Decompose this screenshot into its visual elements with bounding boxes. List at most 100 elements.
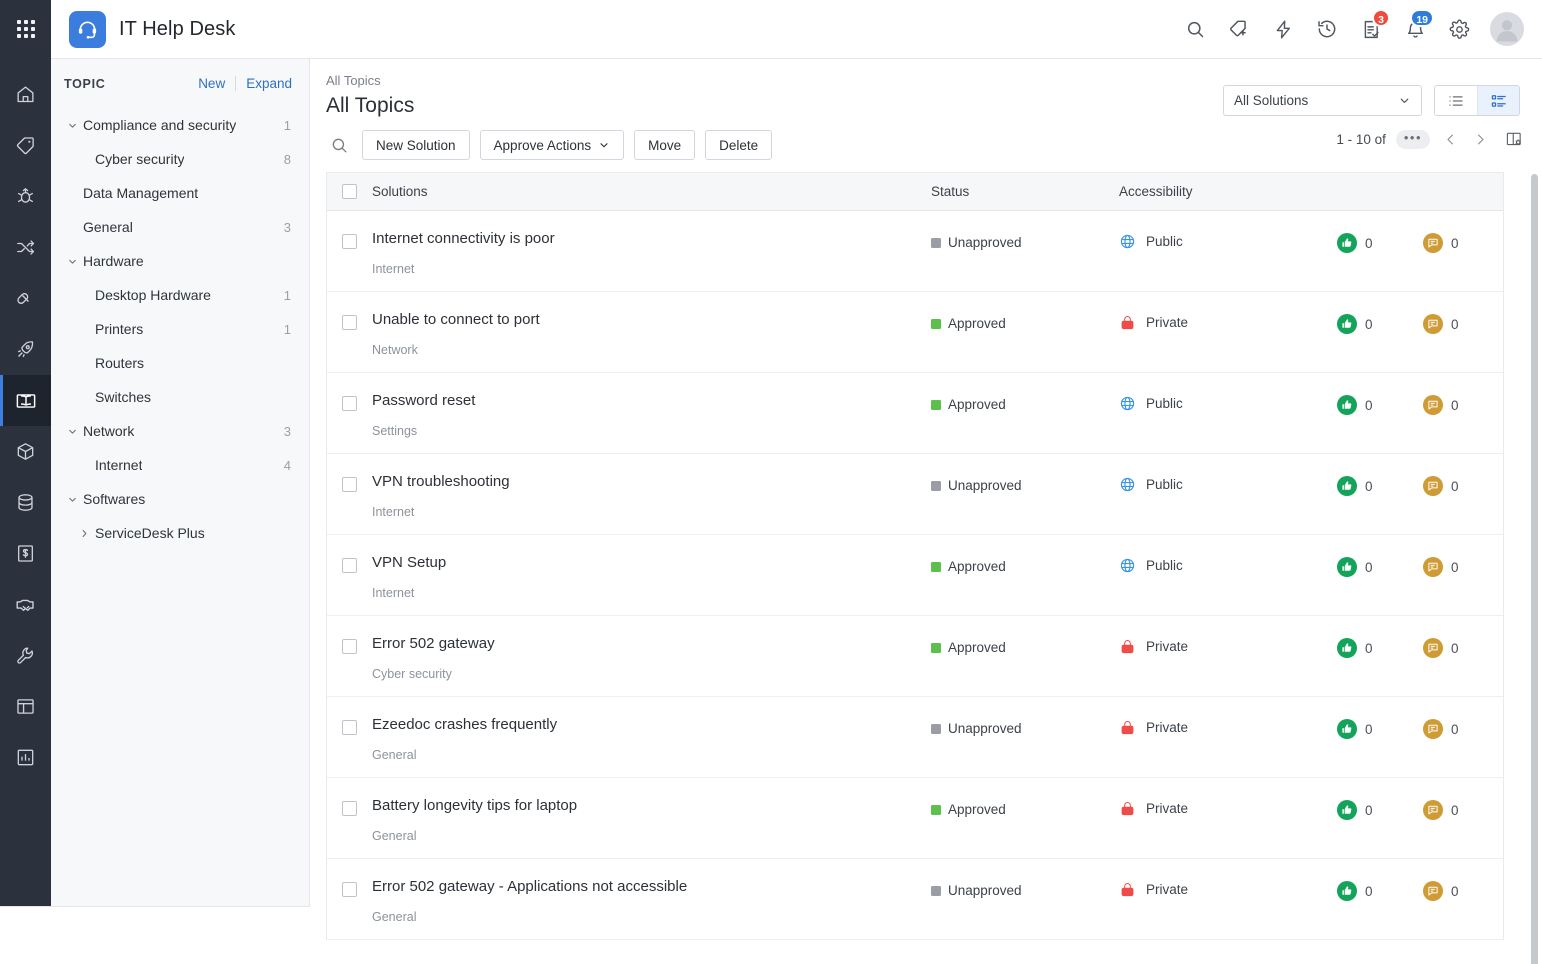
comments-cell[interactable]: 0 (1423, 616, 1503, 658)
settings-gear-icon[interactable] (1442, 12, 1476, 46)
sidebar-item-changes[interactable] (0, 222, 51, 273)
approvals-icon[interactable]: 3 (1354, 9, 1390, 46)
chevron-down-icon[interactable] (61, 120, 83, 131)
solution-title[interactable]: VPN Setup (372, 553, 931, 573)
row-checkbox[interactable] (342, 801, 357, 816)
topic-item-hardware[interactable]: Hardware (51, 244, 309, 278)
pagination-total-button[interactable]: ••• (1395, 129, 1430, 149)
topic-item-desktop-hardware[interactable]: Desktop Hardware 1 (51, 278, 309, 312)
topic-item-softwares[interactable]: Softwares (51, 482, 309, 516)
solution-title[interactable]: Battery longevity tips for laptop (372, 796, 931, 816)
sidebar-item-projects[interactable] (0, 273, 51, 324)
table-row[interactable]: Unable to connect to port Network Approved… (327, 292, 1503, 373)
history-icon[interactable] (1310, 12, 1344, 46)
topic-item-network[interactable]: Network 3 (51, 414, 309, 448)
likes-cell[interactable]: 0 (1337, 373, 1423, 415)
search-icon[interactable] (1178, 12, 1212, 46)
topic-item-general[interactable]: General 3 (51, 210, 309, 244)
solution-title[interactable]: Internet connectivity is poor (372, 229, 931, 249)
likes-cell[interactable]: 0 (1337, 778, 1423, 820)
chevron-down-icon[interactable] (61, 256, 83, 267)
table-row[interactable]: Battery longevity tips for laptop General… (327, 778, 1503, 859)
topic-item-cyber-security[interactable]: Cyber security 8 (51, 142, 309, 176)
table-row[interactable]: Password reset Settings Approved Public 0 0 (327, 373, 1503, 454)
sidebar-item-assets[interactable] (0, 426, 51, 477)
quick-actions-icon[interactable] (1266, 12, 1300, 46)
table-row[interactable]: Error 502 gateway - Applications not acc… (327, 859, 1503, 940)
delete-button[interactable]: Delete (705, 130, 773, 160)
table-row[interactable]: VPN troubleshooting Internet Unapproved Pub… (327, 454, 1503, 535)
add-ticket-icon[interactable] (1222, 12, 1256, 46)
grid-apps-icon[interactable] (0, 0, 51, 59)
likes-cell[interactable]: 0 (1337, 211, 1423, 253)
comments-cell[interactable]: 0 (1423, 859, 1503, 901)
sidebar-item-cmdb[interactable] (0, 477, 51, 528)
topic-item-servicedesk-plus[interactable]: ServiceDesk Plus (51, 516, 309, 550)
comments-cell[interactable]: 0 (1423, 697, 1503, 739)
chevron-down-icon[interactable] (61, 426, 83, 437)
sidebar-item-home[interactable] (0, 69, 51, 120)
topic-item-routers[interactable]: Routers (51, 346, 309, 380)
likes-cell[interactable]: 0 (1337, 616, 1423, 658)
new-solution-button[interactable]: New Solution (362, 130, 470, 160)
sidebar-item-requests[interactable] (0, 120, 51, 171)
solution-title[interactable]: Ezeedoc crashes frequently (372, 715, 931, 735)
user-avatar[interactable] (1490, 12, 1524, 46)
likes-cell[interactable]: 0 (1337, 292, 1423, 334)
row-checkbox[interactable] (342, 639, 357, 654)
table-row[interactable]: Internet connectivity is poor Internet Una… (327, 211, 1503, 292)
solution-title[interactable]: Error 502 gateway (372, 634, 931, 654)
row-checkbox[interactable] (342, 720, 357, 735)
topic-item-printers[interactable]: Printers 1 (51, 312, 309, 346)
likes-cell[interactable]: 0 (1337, 697, 1423, 739)
comments-cell[interactable]: 0 (1423, 292, 1503, 334)
topic-item-switches[interactable]: Switches (51, 380, 309, 414)
comments-cell[interactable]: 0 (1423, 535, 1503, 577)
row-checkbox[interactable] (342, 396, 357, 411)
solution-title[interactable]: Password reset (372, 391, 931, 411)
new-topic-link[interactable]: New (198, 76, 225, 91)
move-button[interactable]: Move (634, 130, 696, 160)
sidebar-item-setup[interactable] (0, 630, 51, 681)
row-checkbox[interactable] (342, 315, 357, 330)
solution-filter-select[interactable]: All Solutions (1223, 85, 1422, 116)
comments-cell[interactable]: 0 (1423, 454, 1503, 496)
likes-cell[interactable]: 0 (1337, 535, 1423, 577)
chevron-left-icon[interactable] (1440, 127, 1460, 151)
search-icon[interactable] (326, 132, 352, 158)
table-row[interactable]: Error 502 gateway Cyber security Approved P… (327, 616, 1503, 697)
chevron-down-icon[interactable] (61, 494, 83, 505)
sidebar-item-releases[interactable] (0, 324, 51, 375)
sidebar-item-contracts[interactable] (0, 579, 51, 630)
chevron-right-icon[interactable] (1470, 127, 1490, 151)
row-checkbox[interactable] (342, 234, 357, 249)
sidebar-item-problems[interactable] (0, 171, 51, 222)
column-header-solutions[interactable]: Solutions (372, 184, 931, 199)
column-header-accessibility[interactable]: Accessibility (1119, 184, 1337, 199)
brand[interactable]: IT Help Desk (51, 10, 235, 48)
table-row[interactable]: VPN Setup Internet Approved Public 0 0 (327, 535, 1503, 616)
row-checkbox[interactable] (342, 558, 357, 573)
column-settings-icon[interactable] (1504, 127, 1524, 151)
chevron-right-icon[interactable] (73, 528, 95, 539)
solution-title[interactable]: VPN troubleshooting (372, 472, 931, 492)
comments-cell[interactable]: 0 (1423, 373, 1503, 415)
topic-item-data-management[interactable]: Data Management (51, 176, 309, 210)
solution-title[interactable]: Unable to connect to port (372, 310, 931, 330)
sidebar-item-dashboard[interactable] (0, 681, 51, 732)
comments-cell[interactable]: 0 (1423, 211, 1503, 253)
likes-cell[interactable]: 0 (1337, 454, 1423, 496)
list-view-icon[interactable] (1435, 86, 1477, 115)
likes-cell[interactable]: 0 (1337, 859, 1423, 901)
table-row[interactable]: Ezeedoc crashes frequently General Unappro… (327, 697, 1503, 778)
row-checkbox[interactable] (342, 477, 357, 492)
sidebar-item-solutions[interactable] (0, 375, 51, 426)
topic-item-internet[interactable]: Internet 4 (51, 448, 309, 482)
column-header-status[interactable]: Status (931, 184, 1119, 199)
row-checkbox[interactable] (342, 882, 357, 897)
detail-view-icon[interactable] (1477, 86, 1519, 115)
sidebar-item-purchase[interactable] (0, 528, 51, 579)
notifications-icon[interactable]: 19 (1398, 9, 1434, 46)
comments-cell[interactable]: 0 (1423, 778, 1503, 820)
expand-tree-link[interactable]: Expand (246, 76, 292, 91)
